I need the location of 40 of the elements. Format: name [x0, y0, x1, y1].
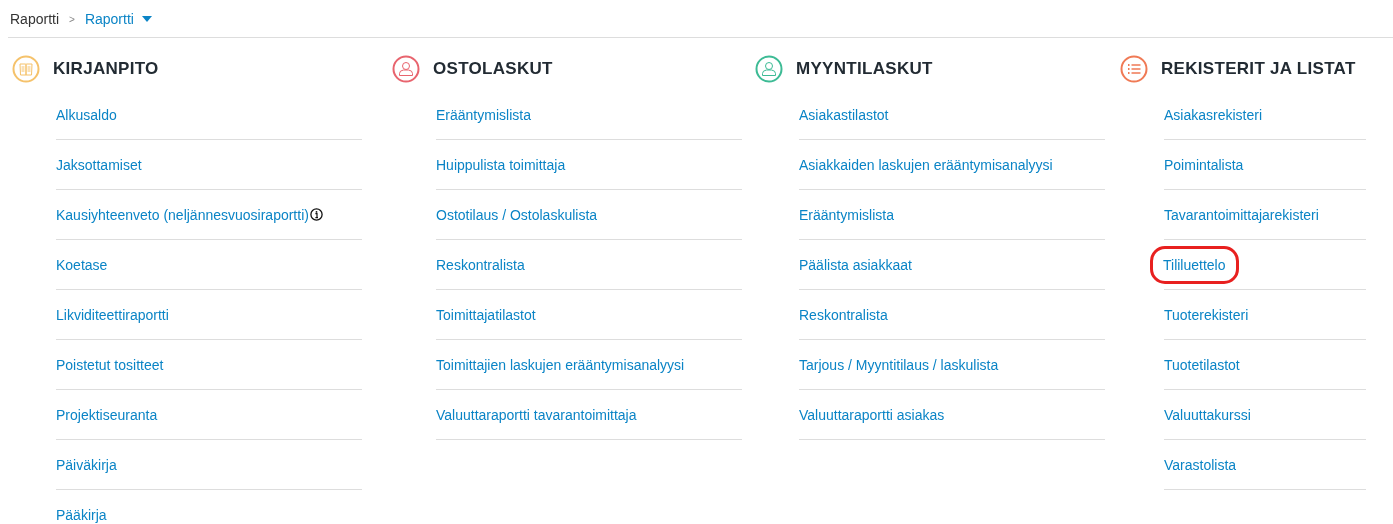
report-link[interactable]: Valuuttaraportti tavarantoimittaja [436, 406, 637, 423]
report-link[interactable]: Valuuttakurssi [1164, 406, 1251, 423]
report-link[interactable]: Tililuettelo [1153, 248, 1236, 281]
report-link[interactable]: Likviditeettiraportti [56, 306, 169, 323]
report-link[interactable]: Poistetut tositteet [56, 356, 164, 373]
breadcrumb-link[interactable]: Raportti [10, 11, 60, 27]
report-link[interactable]: Asiakkaiden laskujen erääntymisanalyysi [799, 156, 1053, 173]
report-link[interactable]: Päälista asiakkaat [799, 256, 912, 273]
breadcrumb-separator: > [69, 13, 75, 25]
report-link[interactable]: Jaksottamiset [56, 156, 142, 173]
report-link[interactable]: Alkusaldo [56, 106, 117, 123]
info-icon[interactable] [309, 208, 323, 221]
report-link[interactable]: Asiakastilastot [799, 106, 889, 123]
report-link[interactable]: Poimintalista [1164, 156, 1244, 173]
report-link[interactable]: Ostotilaus / Ostolaskulista [436, 206, 598, 223]
section-title: OSTOLASKUT [433, 59, 553, 79]
section-title: KIRJANPITO [53, 59, 159, 79]
section-title: REKISTERIT JA LISTAT [1161, 59, 1356, 79]
report-link[interactable]: Reskontralista [436, 256, 525, 273]
report-link[interactable]: Päiväkirja [56, 456, 117, 473]
report-link[interactable]: Valuuttaraportti asiakas [799, 406, 945, 423]
report-link[interactable]: Toimittajatilastot [436, 306, 536, 323]
report-link[interactable]: Erääntymislista [436, 106, 531, 123]
report-link[interactable]: Projektiseuranta [56, 406, 158, 423]
report-link[interactable]: Asiakasrekisteri [1164, 106, 1263, 123]
report-link[interactable]: Varastolista [1164, 456, 1237, 473]
report-link[interactable]: Reskontralista [799, 306, 888, 323]
caret-icon [141, 16, 152, 22]
report-link[interactable]: Koetase [56, 256, 108, 273]
report-link[interactable]: Erääntymislista [799, 206, 894, 223]
report-link[interactable]: Tavarantoimittajarekisteri [1164, 206, 1319, 223]
report-link[interactable]: Pääkirja [56, 507, 107, 523]
report-link[interactable]: Tuoterekisteri [1164, 306, 1249, 323]
section-title: MYYNTILASKUT [796, 59, 933, 79]
report-link[interactable]: Tarjous / Myyntitilaus / laskulista [799, 356, 999, 373]
report-link[interactable]: Toimittajien laskujen erääntymisanalyysi [436, 356, 685, 373]
report-link[interactable]: Tuotetilastot [1164, 356, 1240, 373]
report-link[interactable]: Huippulista toimittaja [436, 156, 566, 173]
breadcrumb-dropdown[interactable]: Raportti [84, 11, 152, 27]
report-link[interactable]: Kausiyhteenveto (neljännesvuosiraportti) [56, 206, 309, 223]
